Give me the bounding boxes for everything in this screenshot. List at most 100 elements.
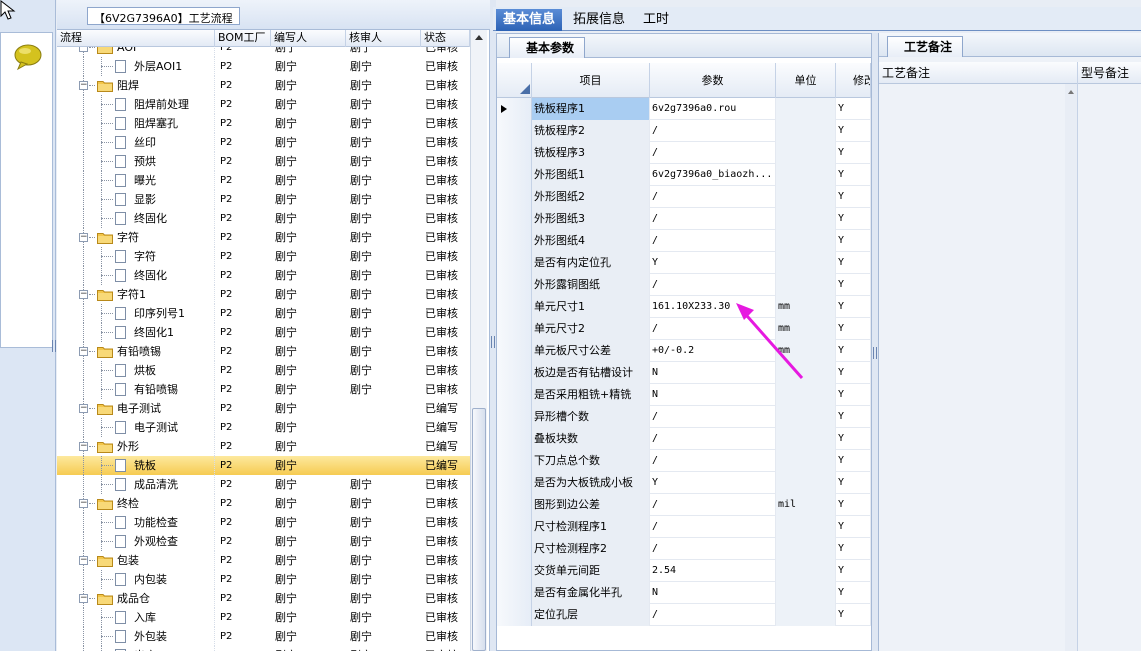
param-modify-cell[interactable]: Y <box>836 428 871 450</box>
tree-row[interactable]: 功能检查 P2 剧宁 剧宁 已审核 <box>57 513 470 532</box>
param-row[interactable]: 尺寸检测程序1/ Y <box>497 516 871 538</box>
param-row[interactable]: 是否有内定位孔 Y Y <box>497 252 871 274</box>
param-item-cell[interactable]: 尺寸检测程序2 <box>532 538 650 560</box>
row-selector[interactable] <box>497 340 532 362</box>
tree-name-cell[interactable]: 外包装 <box>57 627 215 646</box>
expand-collapse-icon[interactable]: − <box>79 556 88 565</box>
tree-name-cell[interactable]: − 成品仓 <box>57 589 215 608</box>
param-unit-cell[interactable] <box>776 450 836 472</box>
param-item-cell[interactable]: 单元尺寸2 <box>532 318 650 340</box>
tree-row[interactable]: 电子测试 P2 剧宁 已编写 <box>57 418 470 437</box>
param-value-cell[interactable]: / <box>650 494 776 516</box>
row-selector[interactable] <box>497 120 532 142</box>
param-value-cell[interactable]: / <box>650 120 776 142</box>
param-modify-cell[interactable]: Y <box>836 252 871 274</box>
param-item-cell[interactable]: 是否采用粗铣+精铣 <box>532 384 650 406</box>
param-value-cell[interactable]: / <box>650 450 776 472</box>
param-unit-cell[interactable] <box>776 208 836 230</box>
col-header-status[interactable]: 状态 <box>421 30 470 47</box>
tree-name-cell[interactable]: 外观检查 <box>57 532 215 551</box>
param-value-cell[interactable]: 2.54 <box>650 560 776 582</box>
param-row[interactable]: 尺寸检测程序2/ Y <box>497 538 871 560</box>
param-modify-cell[interactable]: Y <box>836 494 871 516</box>
param-unit-cell[interactable] <box>776 186 836 208</box>
param-unit-cell[interactable]: mil <box>776 494 836 516</box>
tree-row[interactable]: 字符 P2 剧宁 剧宁 已审核 <box>57 247 470 266</box>
tree-name-cell[interactable]: 烘板 <box>57 361 215 380</box>
param-item-cell[interactable]: 叠板块数 <box>532 428 650 450</box>
tab-basic-params[interactable]: 基本参数 <box>509 37 586 58</box>
row-selector[interactable] <box>497 230 532 252</box>
param-unit-cell[interactable] <box>776 274 836 296</box>
param-row[interactable]: 外形图纸3/ Y <box>497 208 871 230</box>
col-header-modify[interactable]: 修改 <box>836 63 871 98</box>
tree-name-cell[interactable]: 显影 <box>57 190 215 209</box>
tree-scroll-thumb[interactable] <box>472 408 486 651</box>
param-modify-cell[interactable]: Y <box>836 186 871 208</box>
param-value-cell[interactable]: / <box>650 538 776 560</box>
tab-work-hours[interactable]: 工时 <box>636 9 676 31</box>
tree-row[interactable]: 预烘 P2 剧宁 剧宁 已审核 <box>57 152 470 171</box>
param-unit-cell[interactable] <box>776 604 836 626</box>
row-selector[interactable] <box>497 516 532 538</box>
param-value-cell[interactable]: / <box>650 230 776 252</box>
tree-name-cell[interactable]: 终固化 <box>57 209 215 228</box>
param-modify-cell[interactable]: Y <box>836 208 871 230</box>
tree-name-cell[interactable]: − 电子测试 <box>57 399 215 418</box>
param-row[interactable]: 单元尺寸2/mm Y <box>497 318 871 340</box>
param-value-cell[interactable]: N <box>650 384 776 406</box>
tab-basic-info[interactable]: 基本信息 <box>496 9 563 31</box>
param-row[interactable]: 叠板块数 / Y <box>497 428 871 450</box>
expand-collapse-icon[interactable]: − <box>79 81 88 90</box>
param-modify-cell[interactable]: Y <box>836 604 871 626</box>
param-unit-cell[interactable] <box>776 582 836 604</box>
row-selector[interactable] <box>497 472 532 494</box>
tree-name-cell[interactable]: 铣板 <box>57 456 215 475</box>
tree-group-row[interactable]: − 包装 P2 剧宁 剧宁 已审核 <box>57 551 470 570</box>
param-value-cell[interactable]: / <box>650 406 776 428</box>
row-selector[interactable] <box>497 252 532 274</box>
tree-name-cell[interactable]: 字符 <box>57 247 215 266</box>
row-selector[interactable] <box>497 560 532 582</box>
tree-name-cell[interactable]: − 外形 <box>57 437 215 456</box>
param-item-cell[interactable]: 定位孔层 <box>532 604 650 626</box>
tree-group-row[interactable]: − 电子测试 P2 剧宁 已编写 <box>57 399 470 418</box>
tab-process-notes[interactable]: 工艺备注 <box>887 36 964 57</box>
param-row[interactable]: 是否为大板铣成小板 Y Y <box>497 472 871 494</box>
tree-row[interactable]: 外层AOI1 P2 剧宁 剧宁 已审核 <box>57 57 470 76</box>
param-row[interactable]: 是否采用粗铣+精铣 N Y <box>497 384 871 406</box>
param-row[interactable]: 是否有金属化半孔 N Y <box>497 582 871 604</box>
param-value-cell[interactable]: / <box>650 604 776 626</box>
tree-name-cell[interactable]: 内包装 <box>57 570 215 589</box>
row-selector[interactable] <box>497 362 532 384</box>
param-row[interactable]: 定位孔层 / Y <box>497 604 871 626</box>
tree-group-row[interactable]: − 有铅喷锡 P2 剧宁 剧宁 已审核 <box>57 342 470 361</box>
param-unit-cell[interactable] <box>776 120 836 142</box>
param-value-cell[interactable]: Y <box>650 472 776 494</box>
col-header-writer[interactable]: 编写人 <box>271 30 346 47</box>
expand-collapse-icon[interactable]: − <box>79 499 88 508</box>
param-value-cell[interactable]: 6v2g7396a0.rou <box>650 98 776 120</box>
col-header-unit[interactable]: 单位 <box>776 63 836 98</box>
param-modify-cell[interactable]: Y <box>836 230 871 252</box>
tree-name-cell[interactable]: − 终检 <box>57 494 215 513</box>
tree-title[interactable]: 【6V2G7396A0】工艺流程 <box>87 7 240 25</box>
row-selector[interactable] <box>497 384 532 406</box>
row-selector[interactable] <box>497 164 532 186</box>
tree-name-cell[interactable]: 出库 <box>57 646 215 651</box>
row-selector[interactable] <box>497 296 532 318</box>
tree-row[interactable]: 阻焊前处理 P2 剧宁 剧宁 已审核 <box>57 95 470 114</box>
param-value-cell[interactable]: / <box>650 428 776 450</box>
param-value-cell[interactable]: / <box>650 208 776 230</box>
tree-name-cell[interactable]: 功能检查 <box>57 513 215 532</box>
tree-name-cell[interactable]: − 阻焊 <box>57 76 215 95</box>
param-modify-cell[interactable]: Y <box>836 142 871 164</box>
param-item-cell[interactable]: 外形图纸3 <box>532 208 650 230</box>
tree-name-cell[interactable]: 终固化1 <box>57 323 215 342</box>
tree-name-cell[interactable]: − AOI <box>57 47 215 57</box>
tree-row[interactable]: 终固化1 P2 剧宁 剧宁 已审核 <box>57 323 470 342</box>
param-row[interactable]: 铣板程序2/ Y <box>497 120 871 142</box>
row-selector[interactable] <box>497 406 532 428</box>
param-unit-cell[interactable] <box>776 384 836 406</box>
tree-scrollbar[interactable] <box>470 30 487 651</box>
